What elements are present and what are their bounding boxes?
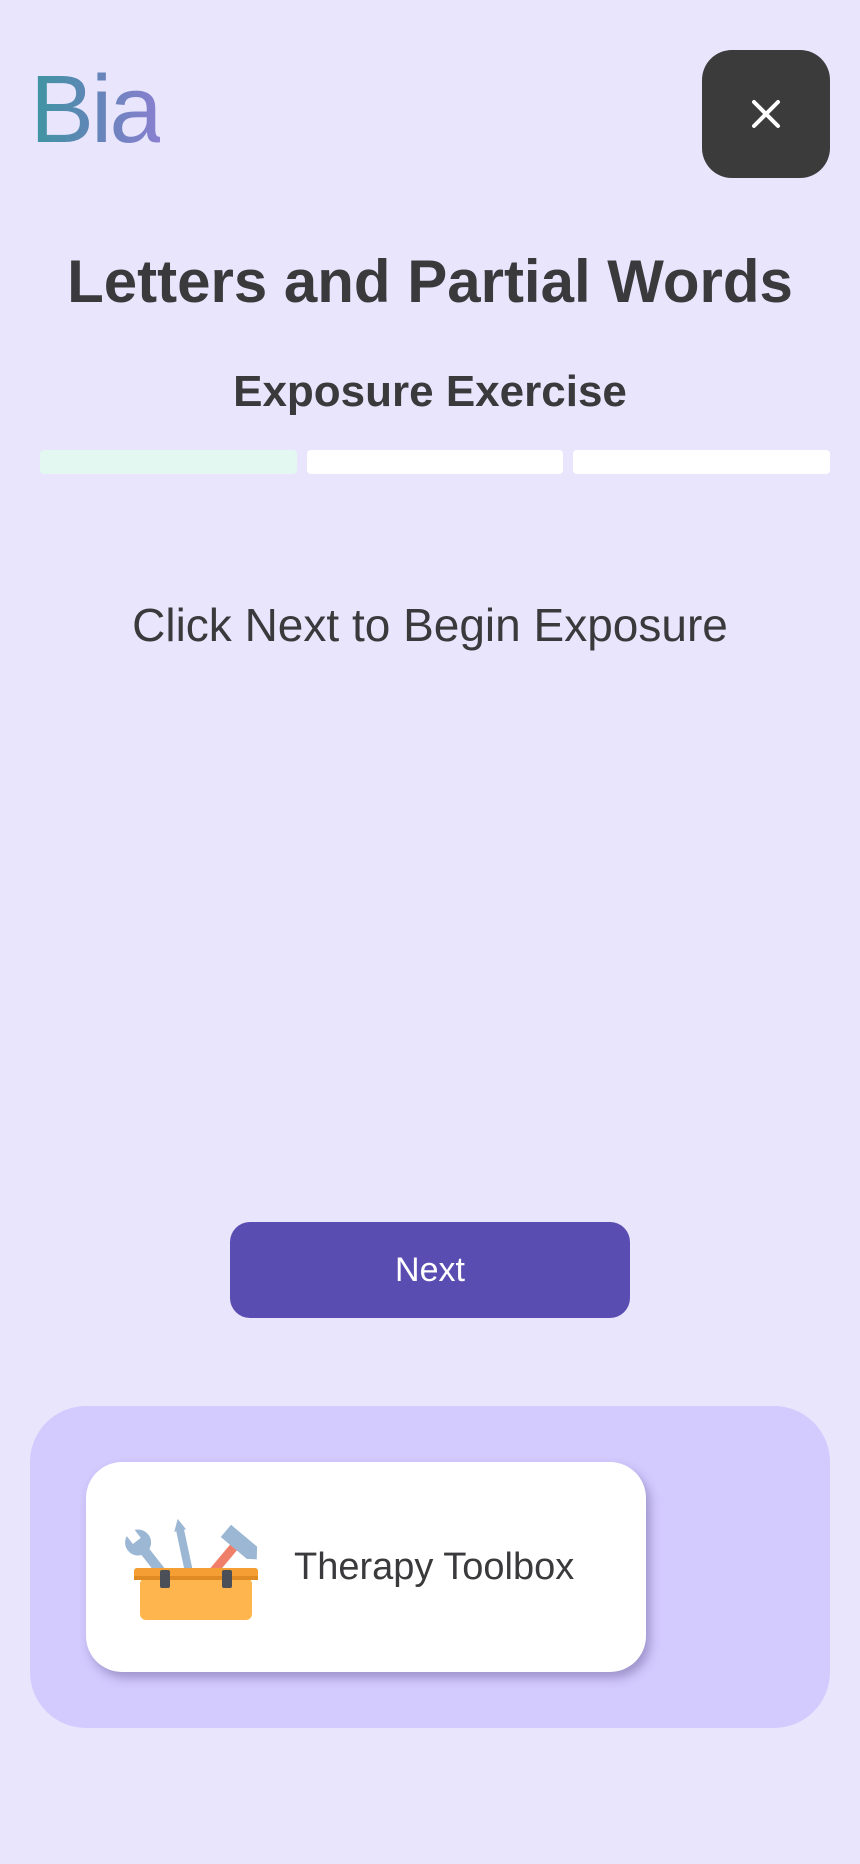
exercise-subtitle: Exposure Exercise: [233, 367, 627, 416]
exposure-exercise-screen: Bia Letters and Partial Words Exposure E…: [0, 0, 860, 1864]
instruction-text: Click Next to Begin Exposure: [132, 599, 728, 651]
progress-segment-pending: [573, 450, 831, 474]
bia-logo: Bia: [30, 56, 163, 163]
therapy-toolbox-button[interactable]: Therapy Toolbox: [86, 1462, 646, 1672]
close-icon: [752, 100, 780, 128]
progress-bar: [40, 450, 831, 474]
progress-segment-complete: [40, 450, 297, 474]
toolbox-label: Therapy Toolbox: [294, 1545, 575, 1588]
close-button[interactable]: [702, 50, 830, 178]
next-button[interactable]: Next: [230, 1222, 630, 1318]
progress-segment-pending: [306, 450, 564, 474]
toolbox-icon: [125, 1518, 258, 1620]
page-title: Letters and Partial Words: [67, 248, 793, 315]
